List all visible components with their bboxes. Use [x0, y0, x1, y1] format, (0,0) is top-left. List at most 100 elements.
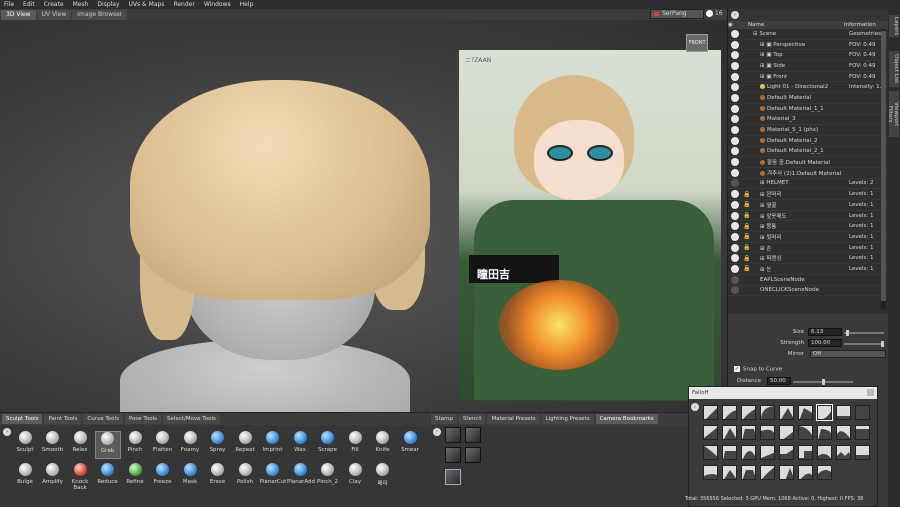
- falloff-curve-preset[interactable]: [722, 445, 737, 460]
- tool-freeze[interactable]: Freeze: [150, 463, 176, 491]
- object-list-row[interactable]: 🔒 ⊞ 손 Levels: 1: [728, 243, 888, 254]
- object-list-row[interactable]: 겨추사 (2)1.Default Material: [728, 168, 888, 179]
- tab-paint-tools[interactable]: Paint Tools: [44, 414, 82, 424]
- tool-polish[interactable]: Polish: [232, 463, 258, 491]
- visibility-toggle-icon[interactable]: [731, 275, 739, 284]
- visibility-toggle-icon[interactable]: [731, 211, 739, 220]
- tool-planarcut[interactable]: PlanarCut: [260, 463, 286, 491]
- tab-camera-bookmarks[interactable]: Camera Bookmarks: [595, 414, 658, 424]
- falloff-curve-preset[interactable]: [703, 465, 718, 480]
- object-list-row[interactable]: ⊟ Scene Geometries: [728, 29, 888, 40]
- tool-smear[interactable]: Smear: [397, 431, 423, 459]
- object-list-row[interactable]: 🔒 ⊞ 눈 Levels: 1: [728, 264, 888, 275]
- falloff-curve-preset[interactable]: [741, 425, 756, 440]
- visibility-toggle-icon[interactable]: [731, 115, 739, 124]
- visibility-toggle-icon[interactable]: [731, 232, 739, 241]
- tool-repeat[interactable]: Repeat: [232, 431, 258, 459]
- close-icon[interactable]: [867, 389, 874, 396]
- tool-pinch-2[interactable]: Pinch_2: [315, 463, 341, 491]
- tool-amplify[interactable]: Amplify: [40, 463, 66, 491]
- strength-slider-handle[interactable]: [881, 341, 884, 347]
- falloff-curve-preset[interactable]: [779, 405, 794, 420]
- object-list-row[interactable]: ⊞ ▣ Front FOV: 0.49: [728, 72, 888, 83]
- falloff-curve-preset[interactable]: [741, 445, 756, 460]
- visibility-toggle-icon[interactable]: [731, 254, 739, 263]
- visibility-toggle-icon[interactable]: [731, 264, 739, 273]
- bookmark-thumb[interactable]: [445, 447, 461, 463]
- tab-stamp[interactable]: Stamp: [431, 414, 457, 424]
- menu-render[interactable]: Render: [173, 1, 194, 8]
- tool-planaradd[interactable]: PlanarAdd: [287, 463, 315, 491]
- falloff-curve-preset[interactable]: [760, 405, 775, 420]
- camera-bookmark-counter[interactable]: 16: [706, 9, 726, 19]
- falloff-curve-preset[interactable]: [817, 465, 832, 480]
- distance-slider-handle[interactable]: [821, 379, 825, 385]
- falloff-curve-preset[interactable]: [760, 425, 775, 440]
- lock-icon[interactable]: 🔒: [743, 223, 751, 230]
- visibility-toggle-icon[interactable]: [731, 158, 739, 167]
- falloff-curve-preset[interactable]: [722, 425, 737, 440]
- bookmark-thumb[interactable]: [465, 447, 481, 463]
- visibility-toggle-icon[interactable]: [731, 126, 739, 135]
- name-column-header[interactable]: Name: [748, 22, 844, 28]
- visibility-toggle-icon[interactable]: [731, 179, 739, 188]
- visibility-toggle-icon[interactable]: [731, 93, 739, 102]
- info-column-header[interactable]: Information: [844, 22, 880, 28]
- menu-help[interactable]: Help: [240, 1, 254, 8]
- menu-uvs-maps[interactable]: UVs & Maps: [129, 1, 165, 8]
- object-list-row[interactable]: 🔒 ⊞ 퍼렌싱 Levels: 1: [728, 253, 888, 265]
- object-list-row[interactable]: 🔒 ⊞ 왼머리 Levels: 1: [728, 189, 888, 200]
- lock-icon[interactable]: 🔒: [743, 244, 751, 251]
- tab-object-list[interactable]: Object List: [889, 51, 899, 87]
- 3d-viewport[interactable]: 瞳田吉 ニ?ZAAN FRONT: [0, 20, 727, 412]
- falloff-curve-preset[interactable]: [855, 445, 870, 460]
- falloff-curve-preset[interactable]: [798, 445, 813, 460]
- falloff-curve-preset[interactable]: [760, 465, 775, 480]
- visibility-toggle-icon[interactable]: [731, 83, 739, 92]
- tool-grab[interactable]: Grab: [94, 431, 121, 459]
- menu-display[interactable]: Display: [97, 1, 119, 8]
- bookmark-thumb[interactable]: [465, 427, 481, 443]
- visibility-toggle-icon[interactable]: [731, 190, 739, 199]
- tab-uv-view[interactable]: UV View: [36, 10, 72, 20]
- falloff-curve-preset[interactable]: [703, 425, 718, 440]
- tab-stencil[interactable]: Stencil: [458, 414, 486, 424]
- falloff-curve-preset[interactable]: [798, 405, 813, 420]
- visibility-toggle-icon[interactable]: [731, 40, 739, 49]
- visibility-toggle-icon[interactable]: [731, 200, 739, 209]
- object-list-row[interactable]: Light 01 - Directional2 Intensity: 1.0: [728, 82, 888, 94]
- tab-select-move-tools[interactable]: Select/Move Tools: [162, 414, 220, 424]
- falloff-curve-preset[interactable]: [855, 405, 870, 420]
- falloff-curve-preset[interactable]: [836, 425, 851, 440]
- lock-icon[interactable]: 🔒: [743, 212, 751, 219]
- object-list-row[interactable]: ⊞ HELMET Levels: 2: [728, 179, 888, 190]
- visibility-toggle-icon[interactable]: [731, 147, 739, 156]
- tool-smooth[interactable]: Smooth: [40, 431, 66, 459]
- object-list-row[interactable]: ⊞ ▣ Perspective FOV: 0.49: [728, 40, 888, 51]
- tab-lighting-presets[interactable]: Lighting Presets: [541, 414, 594, 424]
- lock-icon[interactable]: 🔒: [743, 191, 751, 198]
- strength-slider[interactable]: [844, 341, 884, 347]
- menu-edit[interactable]: Edit: [23, 1, 35, 8]
- visibility-toggle-icon[interactable]: [731, 243, 739, 252]
- size-slider-handle[interactable]: [845, 330, 849, 336]
- visibility-toggle-icon[interactable]: [731, 61, 739, 70]
- object-list-scrollbar[interactable]: [881, 29, 886, 309]
- lock-icon[interactable]: 🔒: [743, 265, 751, 272]
- lock-icon[interactable]: 🔒: [743, 233, 751, 240]
- object-list-row[interactable]: 팔꿈 중.Default Material: [728, 157, 888, 168]
- size-slider[interactable]: [844, 330, 884, 336]
- object-list-row[interactable]: Default Material_1_1: [728, 104, 888, 115]
- tool-imprint[interactable]: Imprint: [260, 431, 286, 459]
- object-list-row[interactable]: Material_5_1 (phx): [728, 125, 888, 136]
- falloff-curve-preset[interactable]: [836, 405, 851, 420]
- tab-3d-view[interactable]: 3D View: [1, 10, 36, 20]
- falloff-curve-preset[interactable]: [760, 445, 775, 460]
- falloff-curve-preset[interactable]: [741, 405, 756, 420]
- tool-wax[interactable]: Wax: [287, 431, 313, 459]
- menu-windows[interactable]: Windows: [204, 1, 231, 8]
- tab-pose-tools[interactable]: Pose Tools: [124, 414, 161, 424]
- tool-fill[interactable]: Fill: [342, 431, 368, 459]
- falloff-curve-preset[interactable]: [798, 425, 813, 440]
- scrollbar-thumb[interactable]: [881, 31, 886, 301]
